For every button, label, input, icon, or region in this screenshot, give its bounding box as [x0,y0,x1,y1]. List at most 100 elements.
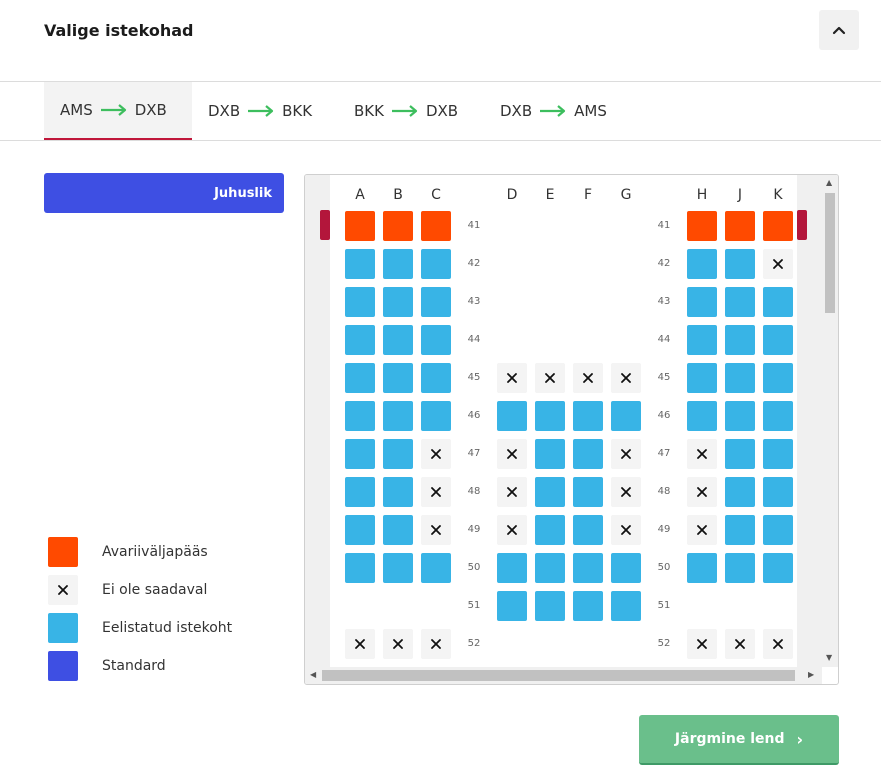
row-number: 42 [467,258,481,269]
seat-42a[interactable] [345,249,375,279]
seat-45j[interactable] [725,363,755,393]
next-flight-button[interactable]: Järgmine lend › [639,715,839,765]
seat-50k[interactable] [763,553,793,583]
seat-46g[interactable] [611,401,641,431]
seat-49b[interactable] [383,515,413,545]
seat-47e[interactable] [535,439,565,469]
seat-41h[interactable] [687,211,717,241]
scroll-down-arrow-icon[interactable]: ▼ [826,653,832,662]
unavailable-x-icon [431,487,441,497]
tab-dxb-bkk[interactable]: DXB BKK [192,82,338,140]
seat-44j[interactable] [725,325,755,355]
seat-50h[interactable] [687,553,717,583]
seat-50f[interactable] [573,553,603,583]
seat-51d[interactable] [497,591,527,621]
seat-49f[interactable] [573,515,603,545]
seat-48a[interactable] [345,477,375,507]
seat-46h[interactable] [687,401,717,431]
seat-43j[interactable] [725,287,755,317]
seat-44a[interactable] [345,325,375,355]
legend-swatch-unavailable [48,575,78,605]
seat-46c[interactable] [421,401,451,431]
seat-48d [497,477,527,507]
seat-50j[interactable] [725,553,755,583]
unavailable-x-icon [431,449,441,459]
seat-51g[interactable] [611,591,641,621]
seat-44c[interactable] [421,325,451,355]
seat-49j[interactable] [725,515,755,545]
seat-50g[interactable] [611,553,641,583]
tab-dxb-ams[interactable]: DXB AMS [484,82,630,140]
row-number: 43 [657,296,671,307]
seat-48b[interactable] [383,477,413,507]
seat-47b[interactable] [383,439,413,469]
seat-44b[interactable] [383,325,413,355]
seat-45c[interactable] [421,363,451,393]
seat-48e[interactable] [535,477,565,507]
seat-41j[interactable] [725,211,755,241]
seat-49k[interactable] [763,515,793,545]
seat-47a[interactable] [345,439,375,469]
scroll-left-arrow-icon[interactable]: ◀ [310,670,316,679]
seat-50d[interactable] [497,553,527,583]
seat-45k[interactable] [763,363,793,393]
vertical-scrollbar[interactable]: ▲ ▼ [822,175,838,667]
scroll-up-arrow-icon[interactable]: ▲ [826,178,832,187]
seat-50c[interactable] [421,553,451,583]
seat-47f[interactable] [573,439,603,469]
seat-50a[interactable] [345,553,375,583]
tab-ams-dxb[interactable]: AMS DXB [44,82,192,140]
seat-46k[interactable] [763,401,793,431]
seat-43b[interactable] [383,287,413,317]
scroll-right-arrow-icon[interactable]: ▶ [808,670,814,679]
seat-48j[interactable] [725,477,755,507]
seat-46e[interactable] [535,401,565,431]
tab-origin: DXB [208,102,241,120]
tab-bkk-dxb[interactable]: BKK DXB [338,82,484,140]
seat-46d[interactable] [497,401,527,431]
seat-46b[interactable] [383,401,413,431]
column-label-d: D [506,187,518,203]
seat-48f[interactable] [573,477,603,507]
seat-51e[interactable] [535,591,565,621]
seat-47j[interactable] [725,439,755,469]
seat-49a[interactable] [345,515,375,545]
seat-44k[interactable] [763,325,793,355]
row-number: 47 [657,448,671,459]
seat-41c[interactable] [421,211,451,241]
seat-44h[interactable] [687,325,717,355]
seat-50b[interactable] [383,553,413,583]
seat-49e[interactable] [535,515,565,545]
unavailable-x-icon [735,639,745,649]
seat-42j[interactable] [725,249,755,279]
seat-46j[interactable] [725,401,755,431]
seat-51f[interactable] [573,591,603,621]
random-seat-button[interactable]: Juhuslik [44,173,284,213]
seat-45a[interactable] [345,363,375,393]
seat-43h[interactable] [687,287,717,317]
row-number: 43 [467,296,481,307]
seat-47k[interactable] [763,439,793,469]
vertical-scroll-thumb[interactable] [825,193,835,313]
seat-48k[interactable] [763,477,793,507]
seat-43c[interactable] [421,287,451,317]
unavailable-x-icon [697,639,707,649]
seat-46f[interactable] [573,401,603,431]
seat-41b[interactable] [383,211,413,241]
seat-42b[interactable] [383,249,413,279]
seat-50e[interactable] [535,553,565,583]
collapse-button[interactable] [819,10,859,50]
seat-43k[interactable] [763,287,793,317]
seat-41a[interactable] [345,211,375,241]
horizontal-scroll-thumb[interactable] [322,670,795,681]
tab-destination: DXB [425,102,459,120]
seat-42c[interactable] [421,249,451,279]
horizontal-scrollbar[interactable]: ◀ ▶ [305,667,822,684]
seat-46a[interactable] [345,401,375,431]
unavailable-x-icon [621,373,631,383]
seat-45b[interactable] [383,363,413,393]
seat-41k[interactable] [763,211,793,241]
seat-45h[interactable] [687,363,717,393]
seat-43a[interactable] [345,287,375,317]
seat-42h[interactable] [687,249,717,279]
